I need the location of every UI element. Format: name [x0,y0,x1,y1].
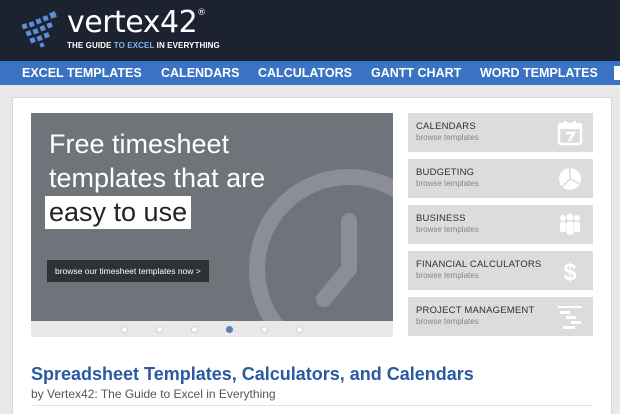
brand-name-text: vertex42 [67,5,198,40]
nav-gantt-chart[interactable]: GANTT CHART [371,61,461,85]
tile-calendars[interactable]: CALENDARS browse templates [408,113,593,152]
tile-project-management[interactable]: PROJECT MANAGEMENT browse templates [408,297,593,336]
tile-title: FINANCIAL CALCULATORS [416,259,542,270]
tile-business[interactable]: BUSINESS browse templates [408,205,593,244]
tagline-suffix: IN EVERYTHING [154,41,220,50]
gantt-icon [558,306,582,329]
tile-budgeting[interactable]: BUDGETING browse templates [408,159,593,198]
hero-headline-highlight: easy to use [45,196,192,229]
hero-headline-line-1: Free timesheet [49,129,230,159]
pie-chart-icon [559,168,581,190]
dollar-icon: $ [563,259,577,284]
tile-subtitle: browse templates [416,133,479,142]
nav-calculators[interactable]: CALCULATORS [258,61,352,85]
tile-subtitle: browse templates [416,225,479,234]
tile-subtitle: browse templates [416,317,479,326]
nav-next-item-edge[interactable] [614,66,620,80]
calendar-icon [557,121,583,146]
divider [31,405,593,406]
nav-word-templates[interactable]: WORD TEMPLATES [480,61,598,85]
main-nav: EXCEL TEMPLATES CALENDARS CALCULATORS GA… [0,61,620,85]
slider-pagination [31,321,393,337]
page-byline: by Vertex42: The Guide to Excel in Every… [31,387,276,401]
vertex42-logo-icon[interactable] [18,10,62,50]
tile-title: PROJECT MANAGEMENT [416,305,535,316]
page-title: Spreadsheet Templates, Calculators, and … [31,364,474,384]
tagline-highlight: TO EXCEL [113,41,155,50]
tile-financial-calculators[interactable]: FINANCIAL CALCULATORS browse templates $ [408,251,593,290]
tile-subtitle: browse templates [416,179,479,188]
browse-timesheet-button[interactable]: browse our timesheet templates now > [47,260,209,282]
nav-excel-templates[interactable]: EXCEL TEMPLATES [22,61,142,85]
slide-dot-6[interactable] [296,326,303,333]
slide-dot-4-active[interactable] [226,326,233,333]
slide-dot-3[interactable] [191,326,198,333]
tile-title: BUDGETING [416,167,475,178]
trademark-mark: ® [197,8,206,18]
svg-text:$: $ [563,259,577,284]
slide-dot-1[interactable] [121,326,128,333]
clock-icon [249,169,393,321]
brand-tagline: THE GUIDE TO EXCEL IN EVERYTHING [67,41,220,50]
tagline-prefix: THE GUIDE [67,41,114,50]
slide-dot-2[interactable] [156,326,163,333]
hero-headline-line-2: templates that are [49,163,266,193]
brand-name[interactable]: vertex42® [67,6,206,40]
tile-title: CALENDARS [416,121,476,132]
people-icon [560,213,580,235]
site-header: vertex42® THE GUIDE TO EXCEL IN EVERYTHI… [0,0,620,61]
tile-title: BUSINESS [416,213,466,224]
tile-subtitle: browse templates [416,271,479,280]
slide-dot-5[interactable] [261,326,268,333]
nav-calendars[interactable]: CALENDARS [161,61,239,85]
hero-slide[interactable]: Free timesheet templates that are easy t… [31,113,393,321]
